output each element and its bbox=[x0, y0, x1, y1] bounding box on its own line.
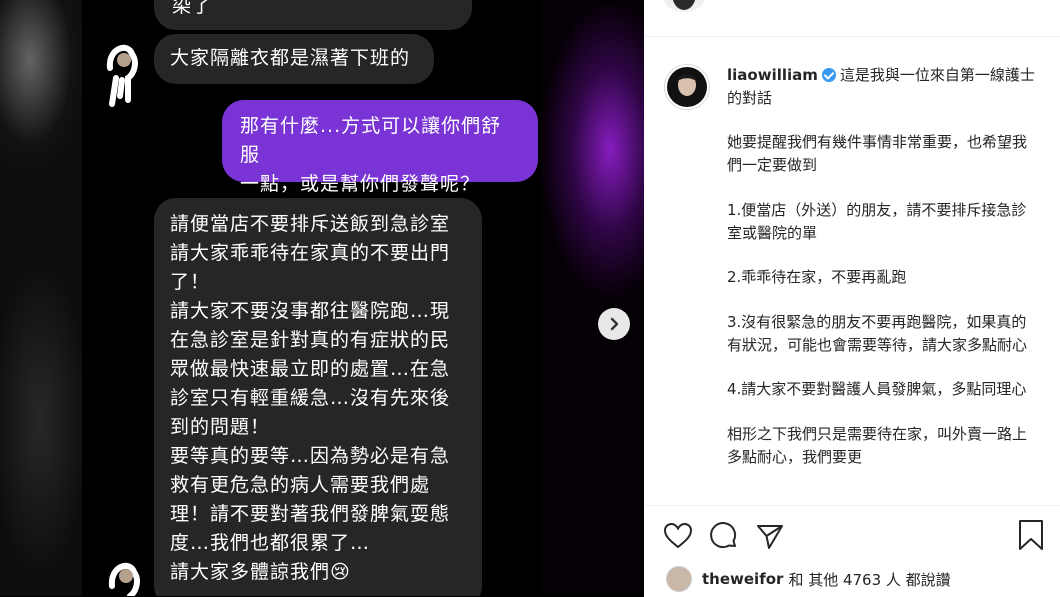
chat-screenshot: 染了 大家隔離衣都是濕著下班的 那有什麼...方式可以讓你們舒服 一點，或是幫你… bbox=[82, 0, 550, 596]
reply-line: 請大家多體諒我們😢 bbox=[170, 561, 351, 583]
chat-bubble-received: 大家隔離衣都是濕著下班的 bbox=[154, 34, 434, 84]
sender-avatar-doodle bbox=[106, 44, 138, 107]
heart-icon[interactable] bbox=[662, 520, 694, 552]
verified-icon bbox=[821, 68, 836, 82]
sender-avatar-doodle bbox=[108, 562, 140, 596]
likes-summary: theweifor 和 其他 4763 人 都說讚 bbox=[666, 566, 951, 592]
blurred-background-left bbox=[0, 0, 82, 596]
post-media: 染了 大家隔離衣都是濕著下班的 那有什麼...方式可以讓你們舒服 一點，或是幫你… bbox=[0, 0, 644, 596]
header-avatar[interactable] bbox=[664, 0, 704, 12]
chat-bubble-long-reply: 請便當店不要排斥送飯到急診室 請大家乖乖待在家真的不要出門 了！ 請大家不要沒事… bbox=[154, 198, 482, 596]
caption-paragraph: 相形之下我們只是需要待在家，叫外賣一路上多點耐心，我們要更 bbox=[727, 425, 1028, 466]
caption-paragraph: 4.請大家不要對醫護人員發脾氣，多點同理心 bbox=[727, 380, 1027, 399]
share-icon[interactable] bbox=[754, 520, 786, 552]
liker-username[interactable]: theweifor bbox=[702, 570, 783, 588]
next-media-button[interactable] bbox=[598, 308, 630, 340]
action-bar bbox=[662, 518, 786, 554]
reply-line: 了！ bbox=[170, 271, 211, 293]
blurred-background-right bbox=[540, 0, 644, 596]
reply-line: 度…我們也都很累了… bbox=[170, 532, 371, 554]
reply-line: 診室只有輕重緩急…沒有先來後 bbox=[170, 387, 451, 409]
next-arrow-icon bbox=[610, 317, 619, 331]
reply-line: 救有更危急的病人需要我們處 bbox=[170, 474, 431, 496]
reply-line: 要等真的要等…因為勢必是有急 bbox=[170, 445, 451, 467]
chat-bubble-sent: 那有什麼...方式可以讓你們舒服 一點，或是幫你們發聲呢？ bbox=[222, 100, 538, 195]
reply-line: 眾做最快速最立即的處置…在急 bbox=[170, 358, 451, 380]
avatar[interactable] bbox=[664, 64, 710, 110]
post-detail-panel: liaowilliam 這是我與一位來自第一線護士的對話 她要提醒我們有幾件事情非… bbox=[644, 0, 1060, 597]
post-header bbox=[644, 0, 1060, 37]
reply-line: 請大家不要沒事都往醫院跑…現 bbox=[170, 300, 451, 322]
caption-paragraph: 2.乖乖待在家，不要再亂跑 bbox=[727, 268, 907, 287]
post-caption: liaowilliam 這是我與一位來自第一線護士的對話 她要提醒我們有幾件事情非… bbox=[727, 64, 1039, 468]
caption-paragraph: 3.沒有很緊急的朋友不要再跑醫院，如果真的有狀況，可能也會需要等待，請大家多點耐… bbox=[727, 312, 1028, 354]
reply-line: 在急診室是針對真的有症狀的民 bbox=[170, 329, 451, 351]
likes-count-text[interactable]: 和 其他 4763 人 都說讚 bbox=[788, 569, 950, 590]
caption-paragraph: 1.便當店（外送）的朋友，請不要排斥接急診室或醫院的單 bbox=[727, 200, 1027, 242]
reply-line: 理！請不要對著我們發脾氣耍態 bbox=[170, 503, 451, 525]
caption-paragraph: 她要提醒我們有幾件事情非常重要，也希望我們一定要做到 bbox=[727, 133, 1028, 175]
reply-line: 請便當店不要排斥送飯到急診室 bbox=[170, 213, 451, 235]
liker-avatar[interactable] bbox=[666, 566, 692, 592]
reply-line: 到的問題！ bbox=[170, 416, 271, 438]
chat-bubble-partial: 染了 bbox=[154, 0, 472, 30]
comment-icon[interactable] bbox=[708, 520, 740, 552]
username-link[interactable]: liaowilliam bbox=[727, 66, 818, 84]
bookmark-icon[interactable] bbox=[1016, 518, 1046, 552]
reply-line: 請大家乖乖待在家真的不要出門 bbox=[170, 242, 451, 264]
